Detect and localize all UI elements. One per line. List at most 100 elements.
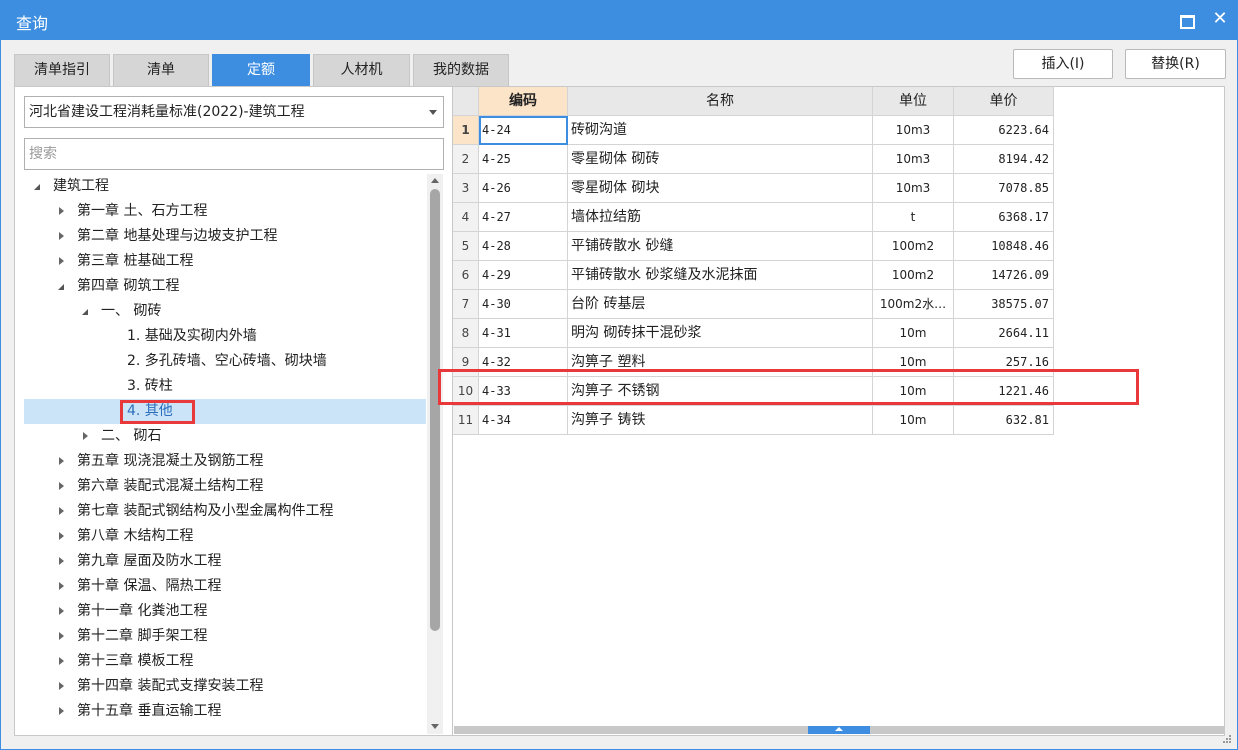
- scrollbar-thumb[interactable]: [430, 189, 440, 631]
- tree-item[interactable]: 第十二章 脚手架工程: [24, 624, 426, 649]
- cell-unit[interactable]: 10m3: [873, 145, 954, 174]
- column-header-unit[interactable]: 单位: [873, 87, 954, 116]
- chevron-down-icon[interactable]: [429, 110, 437, 115]
- tree-item[interactable]: 1. 基础及实砌内外墙: [24, 324, 426, 349]
- cell-price[interactable]: 632.81: [954, 406, 1054, 435]
- cell-unit[interactable]: 100m2: [873, 261, 954, 290]
- cell-name[interactable]: 平铺砖散水 砂浆缝及水泥抹面: [568, 261, 873, 290]
- cell-price[interactable]: 10848.46: [954, 232, 1054, 261]
- cell-code[interactable]: 4-24: [479, 116, 568, 145]
- insert-button[interactable]: 插入(I): [1013, 49, 1113, 79]
- collapsed-arrow-icon[interactable]: [56, 574, 68, 599]
- cell-price[interactable]: 6368.17: [954, 203, 1054, 232]
- collapsed-arrow-icon[interactable]: [56, 499, 68, 524]
- cell-unit[interactable]: 10m3: [873, 116, 954, 145]
- tree-item[interactable]: 第六章 装配式混凝土结构工程: [24, 474, 426, 499]
- tree-item[interactable]: 第十章 保温、隔热工程: [24, 574, 426, 599]
- row-number[interactable]: 7: [453, 290, 479, 319]
- tree-item[interactable]: 第二章 地基处理与边坡支护工程: [24, 224, 426, 249]
- cell-price[interactable]: 6223.64: [954, 116, 1054, 145]
- cell-unit[interactable]: 10m3: [873, 174, 954, 203]
- tree-item[interactable]: 一、 砌砖: [24, 299, 426, 324]
- row-number[interactable]: 4: [453, 203, 479, 232]
- cell-name[interactable]: 台阶 砖基层: [568, 290, 873, 319]
- tree-item[interactable]: 第十三章 模板工程: [24, 649, 426, 674]
- collapsed-arrow-icon[interactable]: [56, 449, 68, 474]
- cell-unit[interactable]: 100m2: [873, 232, 954, 261]
- cell-code[interactable]: 4-29: [479, 261, 568, 290]
- cell-name[interactable]: 平铺砖散水 砂缝: [568, 232, 873, 261]
- cell-name[interactable]: 明沟 砌砖抹干混砂浆: [568, 319, 873, 348]
- tab-my-data[interactable]: 我的数据: [413, 54, 509, 86]
- expanded-arrow-icon[interactable]: [56, 274, 68, 299]
- collapsed-arrow-icon[interactable]: [56, 524, 68, 549]
- replace-button[interactable]: 替换(R): [1125, 49, 1226, 79]
- expanded-arrow-icon[interactable]: [80, 299, 92, 324]
- collapsed-arrow-icon[interactable]: [56, 674, 68, 699]
- row-number[interactable]: 11: [453, 406, 479, 435]
- cell-code[interactable]: 4-31: [479, 319, 568, 348]
- expanded-arrow-icon[interactable]: [32, 174, 44, 199]
- scroll-up-icon[interactable]: [431, 178, 439, 183]
- row-number[interactable]: 1: [453, 116, 479, 145]
- tree-item[interactable]: 第九章 屋面及防水工程: [24, 549, 426, 574]
- cell-price[interactable]: 2664.11: [954, 319, 1054, 348]
- cell-price[interactable]: 8194.42: [954, 145, 1054, 174]
- tab-quota[interactable]: 定额: [212, 54, 310, 86]
- row-number[interactable]: 6: [453, 261, 479, 290]
- tree-item[interactable]: 第八章 木结构工程: [24, 524, 426, 549]
- row-number[interactable]: 8: [453, 319, 479, 348]
- cell-name[interactable]: 沟箅子 铸铁: [568, 406, 873, 435]
- cell-code[interactable]: 4-28: [479, 232, 568, 261]
- row-number[interactable]: 5: [453, 232, 479, 261]
- standard-select[interactable]: 河北省建设工程消耗量标准(2022)-建筑工程: [24, 96, 444, 128]
- collapsed-arrow-icon[interactable]: [56, 699, 68, 724]
- tree-item[interactable]: 二、 砌石: [24, 424, 426, 449]
- cell-price[interactable]: 14726.09: [954, 261, 1054, 290]
- collapsed-arrow-icon[interactable]: [56, 474, 68, 499]
- tree-item[interactable]: 2. 多孔砖墙、空心砖墙、砌块墙: [24, 349, 426, 374]
- collapsed-arrow-icon[interactable]: [56, 624, 68, 649]
- cell-name[interactable]: 零星砌体 砌砖: [568, 145, 873, 174]
- cell-price[interactable]: 7078.85: [954, 174, 1054, 203]
- tree-item[interactable]: 4. 其他: [24, 399, 426, 424]
- row-number[interactable]: 2: [453, 145, 479, 174]
- cell-unit[interactable]: 10m: [873, 319, 954, 348]
- column-header-name[interactable]: 名称: [568, 87, 873, 116]
- cell-code[interactable]: 4-34: [479, 406, 568, 435]
- collapsed-arrow-icon[interactable]: [56, 599, 68, 624]
- cell-code[interactable]: 4-30: [479, 290, 568, 319]
- tree-item[interactable]: 第十五章 垂直运输工程: [24, 699, 426, 724]
- scroll-down-icon[interactable]: [431, 724, 439, 729]
- collapsed-arrow-icon[interactable]: [56, 224, 68, 249]
- tree-item[interactable]: 第一章 土、石方工程: [24, 199, 426, 224]
- tree-scrollbar[interactable]: [427, 174, 443, 734]
- collapsed-arrow-icon[interactable]: [56, 249, 68, 274]
- collapsed-arrow-icon[interactable]: [56, 549, 68, 574]
- tree-item[interactable]: 第十四章 装配式支撑安装工程: [24, 674, 426, 699]
- cell-name[interactable]: 砖砌沟道: [568, 116, 873, 145]
- close-icon[interactable]: ✕: [1210, 8, 1230, 30]
- cell-name[interactable]: 零星砌体 砌块: [568, 174, 873, 203]
- collapsed-arrow-icon[interactable]: [56, 199, 68, 224]
- column-header-price[interactable]: 单价: [954, 87, 1054, 116]
- tree-item[interactable]: 第七章 装配式钢结构及小型金属构件工程: [24, 499, 426, 524]
- search-input[interactable]: [24, 138, 444, 170]
- cell-price[interactable]: 38575.07: [954, 290, 1054, 319]
- tab-bill[interactable]: 清单: [113, 54, 209, 86]
- resize-grip-icon[interactable]: [1221, 733, 1233, 745]
- tree-item[interactable]: 第四章 砌筑工程: [24, 274, 426, 299]
- collapsed-arrow-icon[interactable]: [80, 424, 92, 449]
- cell-unit[interactable]: 10m: [873, 406, 954, 435]
- tab-labor-material-machine[interactable]: 人材机: [313, 54, 410, 86]
- cell-unit[interactable]: t: [873, 203, 954, 232]
- cell-unit[interactable]: 100m2水…: [873, 290, 954, 319]
- tree-item[interactable]: 第三章 桩基础工程: [24, 249, 426, 274]
- cell-name[interactable]: 墙体拉结筋: [568, 203, 873, 232]
- row-number[interactable]: 3: [453, 174, 479, 203]
- panel-collapse-handle[interactable]: [808, 726, 870, 734]
- cell-code[interactable]: 4-26: [479, 174, 568, 203]
- cell-code[interactable]: 4-25: [479, 145, 568, 174]
- tree-item[interactable]: 3. 砖柱: [24, 374, 426, 399]
- cell-code[interactable]: 4-27: [479, 203, 568, 232]
